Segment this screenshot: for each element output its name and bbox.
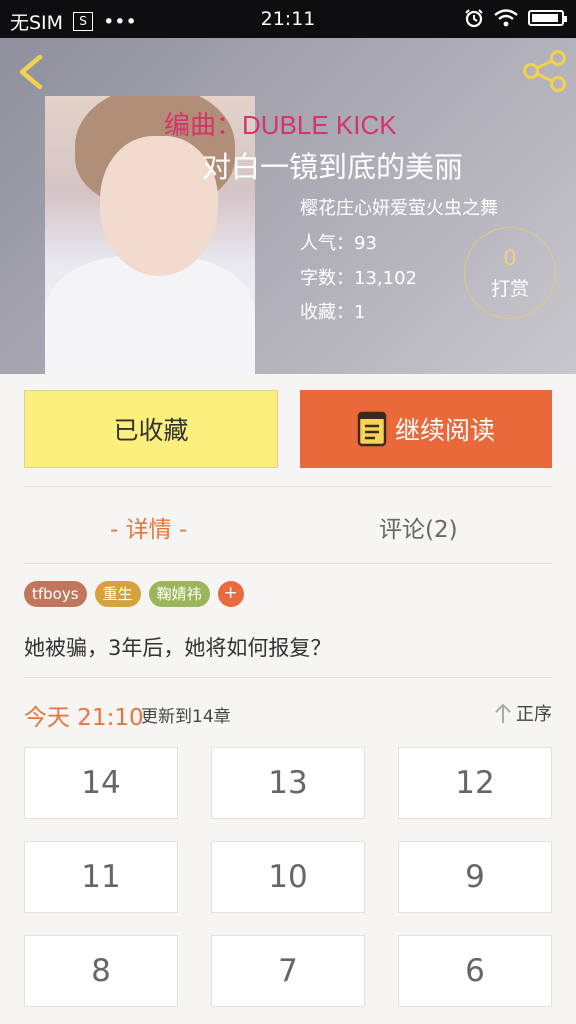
sort-order-button[interactable]: 正序 <box>494 700 552 726</box>
tag-item[interactable]: tfboys <box>24 581 87 607</box>
book-title: 对白一镜到底的美丽 <box>202 150 464 184</box>
divider <box>24 486 552 487</box>
continue-reading-button[interactable]: 继续阅读 <box>300 390 552 468</box>
composer-credit: 编曲：DUBLE KICK <box>164 110 397 140</box>
tag-item[interactable]: 重生 <box>94 581 141 607</box>
chapter-button[interactable]: 8 <box>24 935 178 1007</box>
chevron-left-icon[interactable] <box>16 54 46 90</box>
chapter-button[interactable]: 13 <box>211 747 365 819</box>
wifi-icon <box>494 9 518 27</box>
divider <box>24 677 552 678</box>
chapter-button[interactable]: 12 <box>398 747 552 819</box>
tip-button[interactable]: 0 打赏 <box>464 227 556 319</box>
divider <box>24 563 552 564</box>
tag-item[interactable]: 鞠婧祎 <box>148 581 210 607</box>
favorited-label: 已收藏 <box>113 416 189 445</box>
share-icon[interactable] <box>522 50 568 92</box>
word-count-stat: 字数：13,102 <box>300 268 417 289</box>
tip-count: 0 <box>503 246 517 270</box>
book-icon <box>357 411 387 447</box>
chapter-button[interactable]: 14 <box>24 747 178 819</box>
chapter-button[interactable]: 7 <box>211 935 365 1007</box>
favorites-stat: 收藏：1 <box>300 302 366 323</box>
continue-reading-label: 继续阅读 <box>394 416 495 445</box>
tab-detail[interactable]: - 详情 - <box>110 510 187 544</box>
update-text: 更新到14章 <box>141 707 231 727</box>
chapter-button[interactable]: 9 <box>398 841 552 913</box>
chapter-button[interactable]: 6 <box>398 935 552 1007</box>
book-header: 编曲：DUBLE KICK 对白一镜到底的美丽 樱花庄心妍爱萤火虫之舞 人气：9… <box>0 38 576 374</box>
status-bar: 无SIM S ••• 21:11 <box>0 0 576 38</box>
tab-comments[interactable]: 评论(2) <box>379 510 458 544</box>
alarm-icon <box>465 9 483 28</box>
update-time: 今天 21:10 <box>24 705 144 731</box>
tag-list: tfboys 重生 鞠婧祎 + <box>24 581 244 607</box>
arrow-up-icon <box>495 703 511 723</box>
book-synopsis: 她被骗，3年后，她将如何报复？ <box>24 636 332 660</box>
favorited-button[interactable]: 已收藏 <box>24 390 278 468</box>
add-tag-button[interactable]: + <box>217 581 244 607</box>
tip-label: 打赏 <box>490 278 529 300</box>
battery-icon <box>528 10 567 26</box>
chapter-button[interactable]: 10 <box>211 841 365 913</box>
chapter-button[interactable]: 11 <box>24 841 178 913</box>
popularity-stat: 人气：93 <box>300 233 377 254</box>
author-name[interactable]: 樱花庄心妍爱萤火虫之舞 <box>300 194 498 220</box>
sort-order-label: 正序 <box>516 704 552 725</box>
